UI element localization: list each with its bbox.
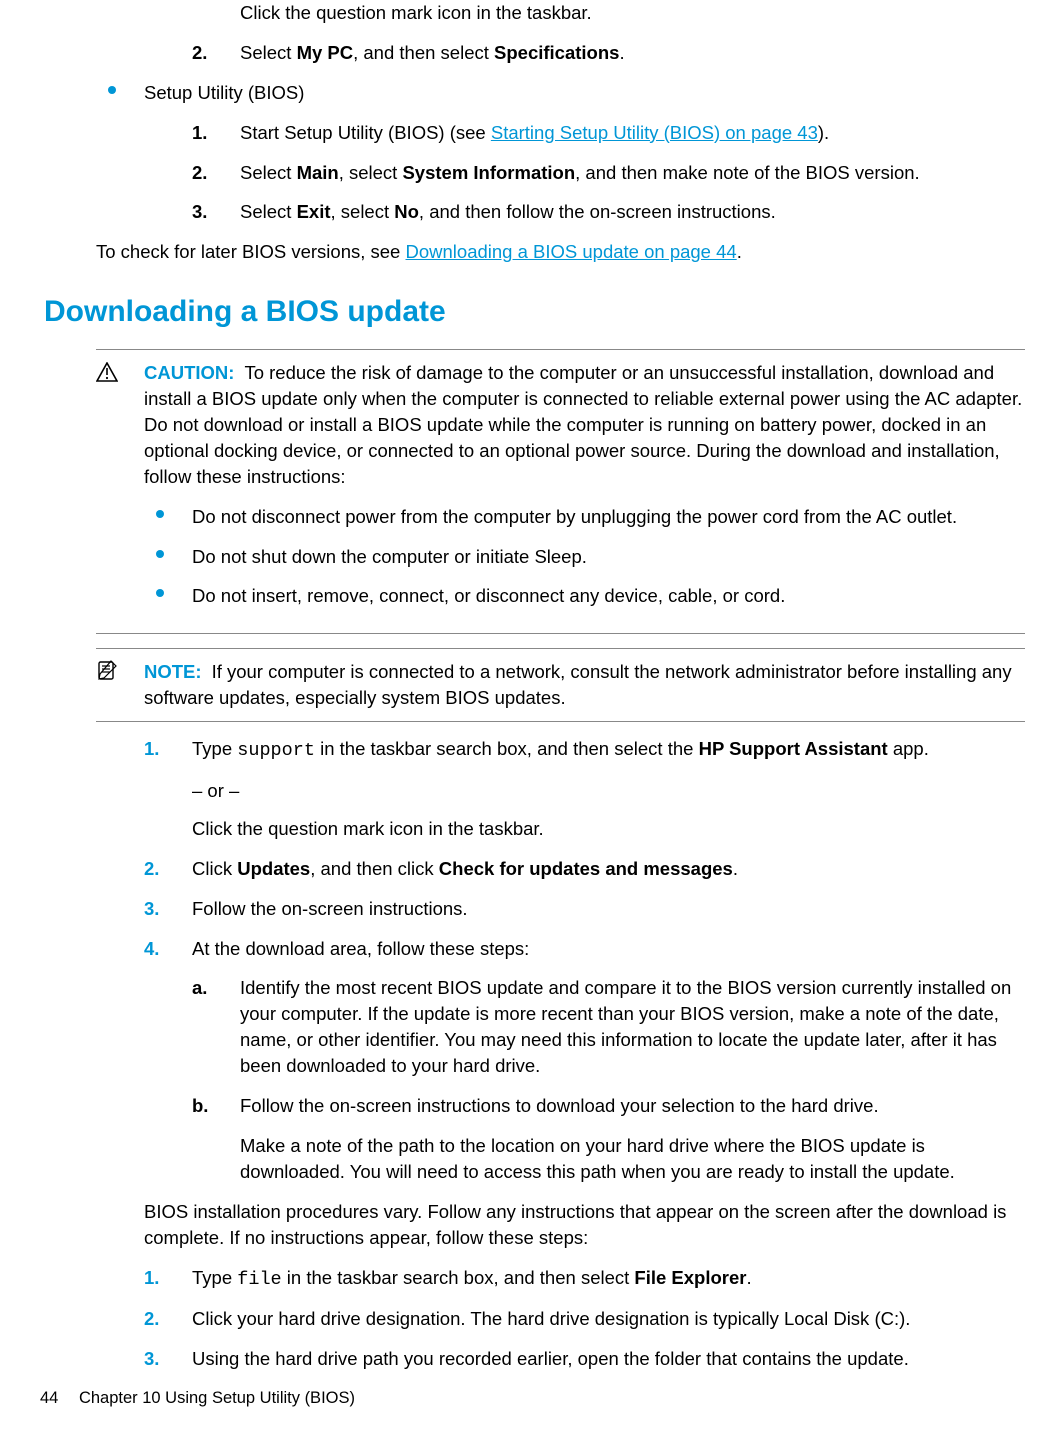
body-text: Do not disconnect power from the compute… — [192, 506, 957, 527]
bullet-icon — [156, 589, 164, 597]
list-marker: 3. — [192, 199, 207, 225]
list-item: Do not disconnect power from the compute… — [144, 504, 1025, 530]
body-text: At the download area, follow these steps… — [192, 938, 529, 959]
body-text: Follow the on-screen instructions. — [192, 898, 468, 919]
list-item: 2. Click your hard drive designation. Th… — [144, 1306, 1025, 1332]
list-marker: 3. — [144, 896, 159, 922]
body-text: Select — [240, 42, 297, 63]
bold-text: Exit — [297, 201, 331, 222]
body-text: – or – — [40, 778, 1025, 804]
list-item: 3. Follow the on-screen instructions. — [144, 896, 1025, 922]
body-text: , and then click — [310, 858, 439, 879]
body-text: Click the question mark icon in the task… — [40, 0, 1025, 26]
body-text: Type — [192, 1267, 237, 1288]
body-text: To check for later BIOS versions, see Do… — [40, 239, 1025, 265]
note-label: NOTE: — [144, 661, 202, 682]
list-marker: a. — [192, 975, 207, 1001]
body-text: Click — [192, 858, 237, 879]
list-item: 3. Using the hard drive path you recorde… — [144, 1346, 1025, 1372]
page-number: 44 — [40, 1389, 58, 1407]
list-item: 3. Select Exit, select No, and then foll… — [192, 199, 1025, 225]
section-heading: Downloading a BIOS update — [40, 291, 1025, 333]
bullet-icon — [156, 510, 164, 518]
body-text: ). — [818, 122, 829, 143]
list-item: Do not insert, remove, connect, or disco… — [144, 583, 1025, 609]
bold-text: Updates — [237, 858, 310, 879]
body-text: . — [619, 42, 624, 63]
body-text: Using the hard drive path you recorded e… — [192, 1348, 909, 1369]
body-text: , and then follow the on-screen instruct… — [419, 201, 776, 222]
caution-icon — [96, 360, 118, 391]
list-marker: 1. — [144, 736, 159, 762]
body-text: BIOS installation procedures vary. Follo… — [40, 1199, 1025, 1251]
body-text: Click the question mark icon in the task… — [40, 816, 1025, 842]
chapter-title: Chapter 10 Using Setup Utility (BIOS) — [79, 1389, 355, 1407]
body-text: Select — [240, 162, 297, 183]
body-text: If your computer is connected to a netwo… — [144, 661, 1012, 708]
list-item: 1. Type file in the taskbar search box, … — [144, 1265, 1025, 1293]
body-text: Do not insert, remove, connect, or disco… — [192, 585, 785, 606]
list-item: Setup Utility (BIOS) — [96, 80, 1025, 106]
bullet-icon — [108, 86, 116, 94]
body-text: in the taskbar search box, and then sele… — [315, 738, 699, 759]
list-marker: 1. — [192, 120, 207, 146]
caution-label: CAUTION: — [144, 362, 234, 383]
list-marker: 2. — [192, 40, 207, 66]
body-text: app. — [888, 738, 929, 759]
list-item: 2. Click Updates, and then click Check f… — [144, 856, 1025, 882]
list-marker: 2. — [144, 1306, 159, 1332]
bold-text: Specifications — [494, 42, 619, 63]
body-text: , and then make note of the BIOS version… — [575, 162, 920, 183]
list-item: Do not shut down the computer or initiat… — [144, 544, 1025, 570]
bold-text: My PC — [297, 42, 354, 63]
body-text: Click your hard drive designation. The h… — [192, 1308, 910, 1329]
body-text: To check for later BIOS versions, see — [96, 241, 406, 262]
body-text: , select — [331, 201, 395, 222]
list-item: b. Follow the on-screen instructions to … — [192, 1093, 1025, 1119]
body-text: in the taskbar search box, and then sele… — [282, 1267, 635, 1288]
list-item: 2. Select Main, select System Informatio… — [192, 160, 1025, 186]
list-item: a. Identify the most recent BIOS update … — [192, 975, 1025, 1079]
body-text: . — [737, 241, 742, 262]
bold-text: File Explorer — [634, 1267, 746, 1288]
code-text: file — [237, 1269, 281, 1290]
body-text: Make a note of the path to the location … — [40, 1133, 1025, 1185]
body-text: Type — [192, 738, 237, 759]
note-icon — [96, 659, 118, 690]
bold-text: No — [394, 201, 419, 222]
body-text: Identify the most recent BIOS update and… — [240, 977, 1011, 1076]
body-text: , and then select — [353, 42, 494, 63]
cross-reference-link[interactable]: Downloading a BIOS update on page 44 — [406, 241, 737, 262]
body-text: Select — [240, 201, 297, 222]
list-item: 4. At the download area, follow these st… — [144, 936, 1025, 962]
list-marker: 4. — [144, 936, 159, 962]
body-text: Follow the on-screen instructions to dow… — [240, 1095, 879, 1116]
bold-text: Check for updates and messages — [439, 858, 733, 879]
code-text: support — [237, 740, 315, 761]
bullet-icon — [156, 550, 164, 558]
body-text: . — [747, 1267, 752, 1288]
bold-text: HP Support Assistant — [699, 738, 888, 759]
list-item: 1. Start Setup Utility (BIOS) (see Start… — [192, 120, 1025, 146]
body-text: , select — [339, 162, 403, 183]
bold-text: Main — [297, 162, 339, 183]
list-marker: 3. — [144, 1346, 159, 1372]
cross-reference-link[interactable]: Starting Setup Utility (BIOS) on page 43 — [491, 122, 818, 143]
list-marker: 1. — [144, 1265, 159, 1291]
list-marker: 2. — [192, 160, 207, 186]
bold-text: System Information — [402, 162, 575, 183]
list-item: 2. Select My PC, and then select Specifi… — [192, 40, 1025, 66]
list-item: 1. Type support in the taskbar search bo… — [144, 736, 1025, 764]
caution-callout: CAUTION:To reduce the risk of damage to … — [96, 349, 1025, 634]
list-marker: b. — [192, 1093, 208, 1119]
body-text: . — [733, 858, 738, 879]
body-text: Do not shut down the computer or initiat… — [192, 546, 587, 567]
list-marker: 2. — [144, 856, 159, 882]
note-callout: NOTE:If your computer is connected to a … — [96, 648, 1025, 722]
page-footer: 44 Chapter 10 Using Setup Utility (BIOS) — [40, 1387, 355, 1410]
body-text: Setup Utility (BIOS) — [144, 82, 304, 103]
body-text: To reduce the risk of damage to the comp… — [144, 362, 1022, 487]
body-text: Start Setup Utility (BIOS) (see — [240, 122, 491, 143]
